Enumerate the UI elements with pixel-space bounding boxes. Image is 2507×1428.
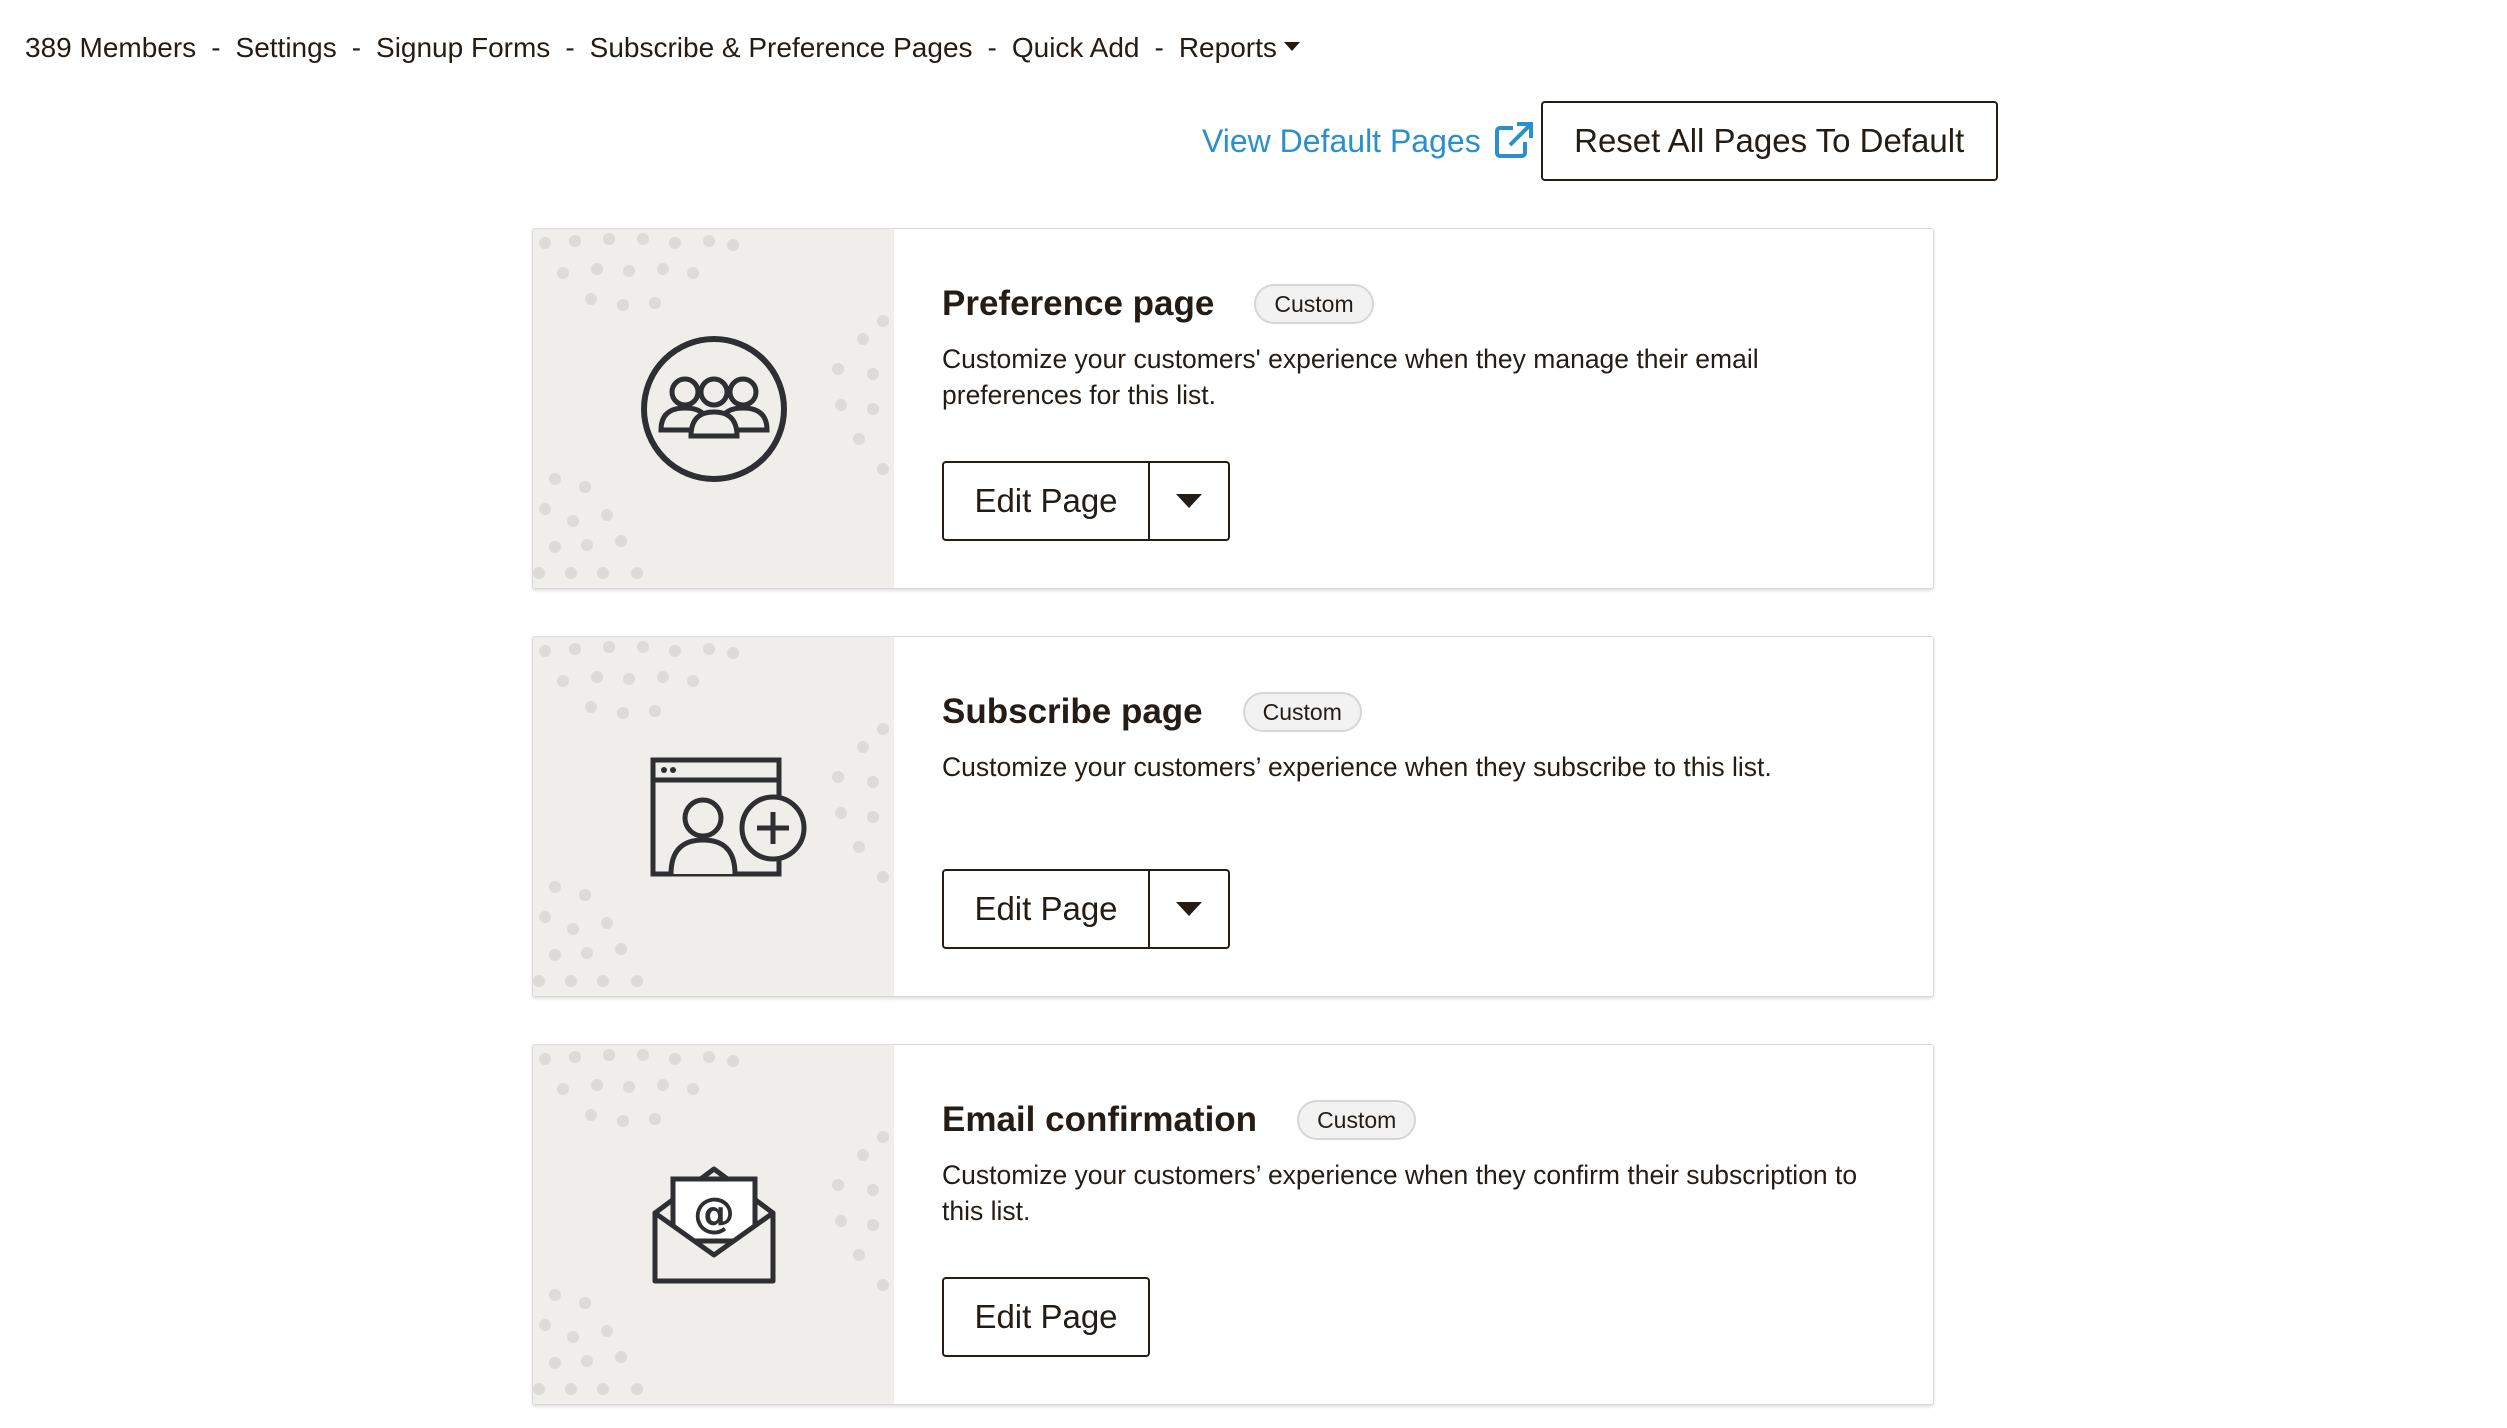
nav-separator: - (987, 32, 997, 63)
card-description: Customize your customers' experience whe… (942, 344, 1759, 410)
nav-members[interactable]: 389 Members (25, 32, 196, 64)
card-title: Email confirmation (942, 1100, 1258, 1139)
subscribe-page-card: Subscribe page Custom Customize your cus… (532, 636, 1934, 997)
edit-page-button[interactable]: Edit Page (942, 461, 1150, 541)
email-confirmation-card: @ Email confirmation Custom Customize yo… (532, 1044, 1934, 1405)
nav-separator: - (211, 32, 221, 63)
top-nav: 389 Members - Settings - Signup Forms - … (25, 26, 1300, 70)
edit-page-button-group: Edit Page (942, 869, 1230, 949)
preference-page-card: Preference page Custom Customize your cu… (532, 228, 1934, 589)
group-icon (640, 335, 787, 482)
card-description: Customize your customers’ experience whe… (942, 1160, 1858, 1226)
card-title: Preference page (942, 284, 1215, 323)
nav-separator: - (1154, 32, 1164, 63)
view-default-pages-label: View Default Pages (1202, 122, 1481, 159)
add-user-window-icon (650, 757, 806, 876)
custom-badge: Custom (1297, 1100, 1417, 1140)
card-illustration (533, 229, 894, 588)
nav-subscribe-preference-pages[interactable]: Subscribe & Preference Pages (590, 32, 973, 64)
custom-badge: Custom (1242, 692, 1362, 732)
nav-reports-label: Reports (1178, 32, 1277, 63)
card-title-row: Subscribe page Custom (942, 687, 1933, 737)
email-envelope-icon: @ (652, 1166, 775, 1283)
nav-settings[interactable]: Settings (236, 32, 337, 64)
reset-all-pages-button[interactable]: Reset All Pages To Default (1540, 101, 1998, 181)
nav-quick-add[interactable]: Quick Add (1012, 32, 1140, 64)
view-default-pages-link[interactable]: View Default Pages (1202, 122, 1533, 160)
chevron-down-icon (1283, 42, 1300, 52)
external-link-icon (1494, 122, 1533, 158)
edit-options-dropdown-button[interactable] (1150, 869, 1230, 949)
custom-badge: Custom (1254, 284, 1374, 324)
nav-reports[interactable]: Reports (1179, 32, 1300, 64)
edit-page-button-group: Edit Page (942, 461, 1230, 541)
nav-signup-forms[interactable]: Signup Forms (376, 32, 550, 64)
svg-text:@: @ (693, 1188, 735, 1237)
card-content: Subscribe page Custom Customize your cus… (894, 637, 1933, 996)
nav-separator: - (565, 32, 575, 63)
card-description: Customize your customers’ experience whe… (942, 752, 1772, 782)
card-content: Email confirmation Custom Customize your… (894, 1045, 1933, 1404)
edit-page-button[interactable]: Edit Page (942, 1277, 1150, 1357)
card-title-row: Email confirmation Custom (942, 1095, 1933, 1145)
card-content: Preference page Custom Customize your cu… (894, 229, 1933, 588)
card-illustration (533, 637, 894, 996)
nav-separator: - (351, 32, 362, 63)
card-title: Subscribe page (942, 692, 1203, 731)
edit-page-button-group: Edit Page (942, 1277, 1150, 1357)
caret-down-icon (1176, 902, 1202, 916)
card-title-row: Preference page Custom (942, 279, 1933, 329)
edit-options-dropdown-button[interactable] (1150, 461, 1230, 541)
card-illustration: @ (533, 1045, 894, 1404)
page-actions: View Default Pages Reset All Pages To De… (1202, 101, 1998, 181)
caret-down-icon (1176, 494, 1202, 508)
edit-page-button[interactable]: Edit Page (942, 869, 1150, 949)
